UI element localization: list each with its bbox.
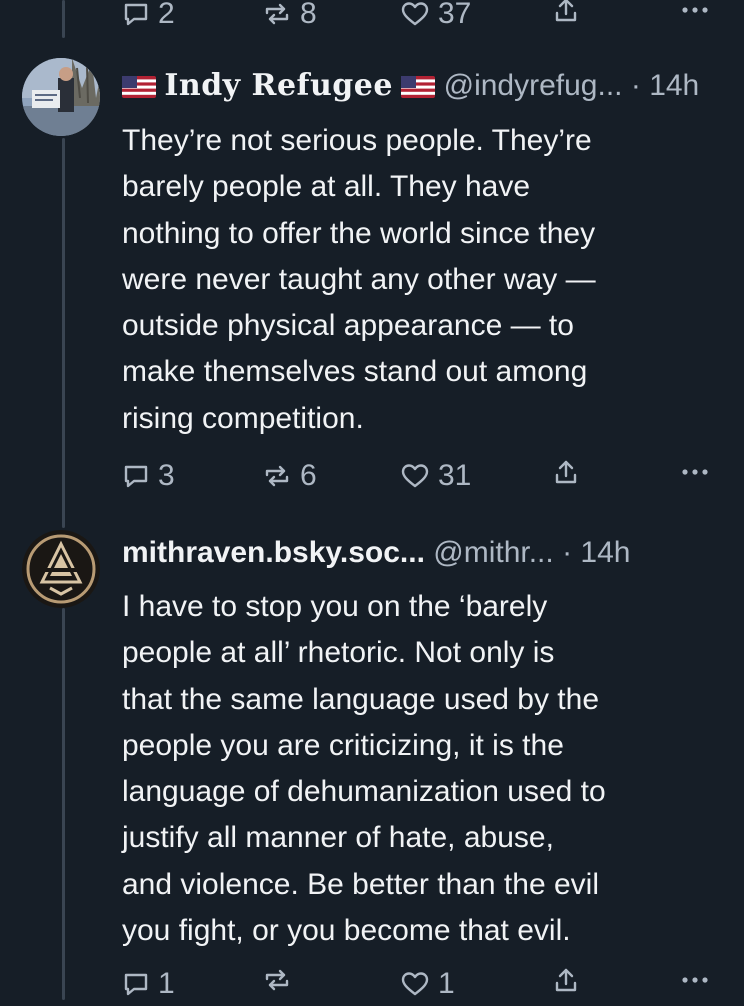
post-line: They’re not serious people. They’re [122, 124, 592, 157]
repost-count: 8 [300, 0, 317, 30]
share-icon [555, 0, 577, 22]
reply-button[interactable]: 3 [122, 458, 175, 494]
reply-icon [124, 3, 148, 26]
reply-count: 3 [158, 459, 175, 492]
display-name[interactable]: mithraven.bsky.soc... [122, 536, 425, 569]
reply-button[interactable]: 2 [122, 0, 175, 32]
thread-line [62, 608, 65, 1000]
avatar[interactable] [22, 530, 100, 608]
handle[interactable]: @mithr... [433, 536, 553, 569]
handle[interactable]: @indyrefug... [444, 69, 623, 102]
us-flag-icon [401, 71, 436, 98]
like-count: 31 [438, 459, 472, 492]
post-line: justify all manner of hate, abuse, [122, 821, 554, 855]
us-flag-icon [122, 71, 156, 98]
post-actions: 1 1 [0, 966, 744, 1006]
heart-icon [401, 2, 429, 26]
repost-count: 6 [300, 459, 317, 492]
post-line: rising competition. [122, 401, 364, 435]
post-line: and violence. Be better than the evil [122, 867, 599, 901]
post-line: make themselves stand out among [122, 355, 588, 389]
post-line: people at all’ rhetoric. Not only is [122, 636, 555, 670]
post-body: They’re not serious people. They’re bare… [122, 118, 722, 442]
avatar-photo [22, 58, 100, 136]
post-line: language of dehumanization used to [122, 775, 606, 809]
more-icon [682, 469, 708, 475]
share-icon [555, 460, 577, 484]
repost-icon [265, 969, 289, 991]
repost-button[interactable]: 8 [262, 0, 317, 32]
share-button[interactable] [552, 458, 580, 486]
post-line: I have to stop you on the ‘barely [122, 590, 548, 623]
post-line: people you are criticizing, it is the [122, 728, 564, 762]
like-button[interactable]: 37 [400, 0, 471, 32]
more-icon [682, 977, 708, 983]
post-line: outside physical appearance — to [122, 309, 574, 343]
repost-button[interactable] [262, 966, 300, 994]
post-line: you fight, or you become that evil. [122, 914, 571, 948]
more-icon [682, 7, 708, 13]
more-options-button[interactable] [680, 966, 710, 994]
like-button[interactable]: 31 [400, 458, 471, 494]
share-button[interactable] [552, 0, 580, 24]
reply-icon [124, 973, 148, 996]
repost-icon [265, 3, 289, 25]
like-count: 37 [438, 0, 472, 30]
heart-icon [401, 972, 429, 996]
separator: · [630, 69, 641, 102]
post-line: nothing to offer the world since they [122, 216, 596, 250]
separator: · [562, 536, 573, 569]
timestamp[interactable]: 14h [580, 536, 630, 569]
repost-icon [265, 465, 289, 487]
heart-icon [401, 464, 429, 488]
avatar-logo [22, 530, 100, 608]
post-line: that the same language used by the [122, 682, 600, 716]
post-body: I have to stop you on the ‘barely people… [122, 584, 722, 954]
post-line: were never taught any other way — [122, 262, 596, 296]
like-count: 1 [438, 967, 455, 1000]
display-name[interactable]: Indy Refugee [164, 68, 393, 103]
reply-button[interactable]: 1 [122, 966, 175, 1002]
reply-count: 2 [158, 0, 175, 30]
timestamp[interactable]: 14h [649, 69, 699, 102]
share-button[interactable] [552, 966, 580, 994]
like-button[interactable]: 1 [400, 966, 455, 1002]
reply-icon [124, 465, 148, 488]
post-header: mithraven.bsky.soc... @mithr... · 14h [122, 535, 630, 571]
reply-count: 1 [158, 967, 175, 1000]
repost-button[interactable]: 6 [262, 458, 317, 494]
post-actions: 3 6 31 [0, 458, 744, 498]
post-line: barely people at all. They have [122, 170, 531, 204]
post-header: Indy Refugee @indyrefug... · 14h [122, 68, 699, 104]
avatar[interactable] [22, 58, 100, 136]
more-options-button[interactable] [680, 458, 710, 486]
more-options-button[interactable] [680, 0, 710, 24]
share-icon [555, 968, 577, 992]
previous-post-actions: 2 8 37 [0, 0, 744, 36]
